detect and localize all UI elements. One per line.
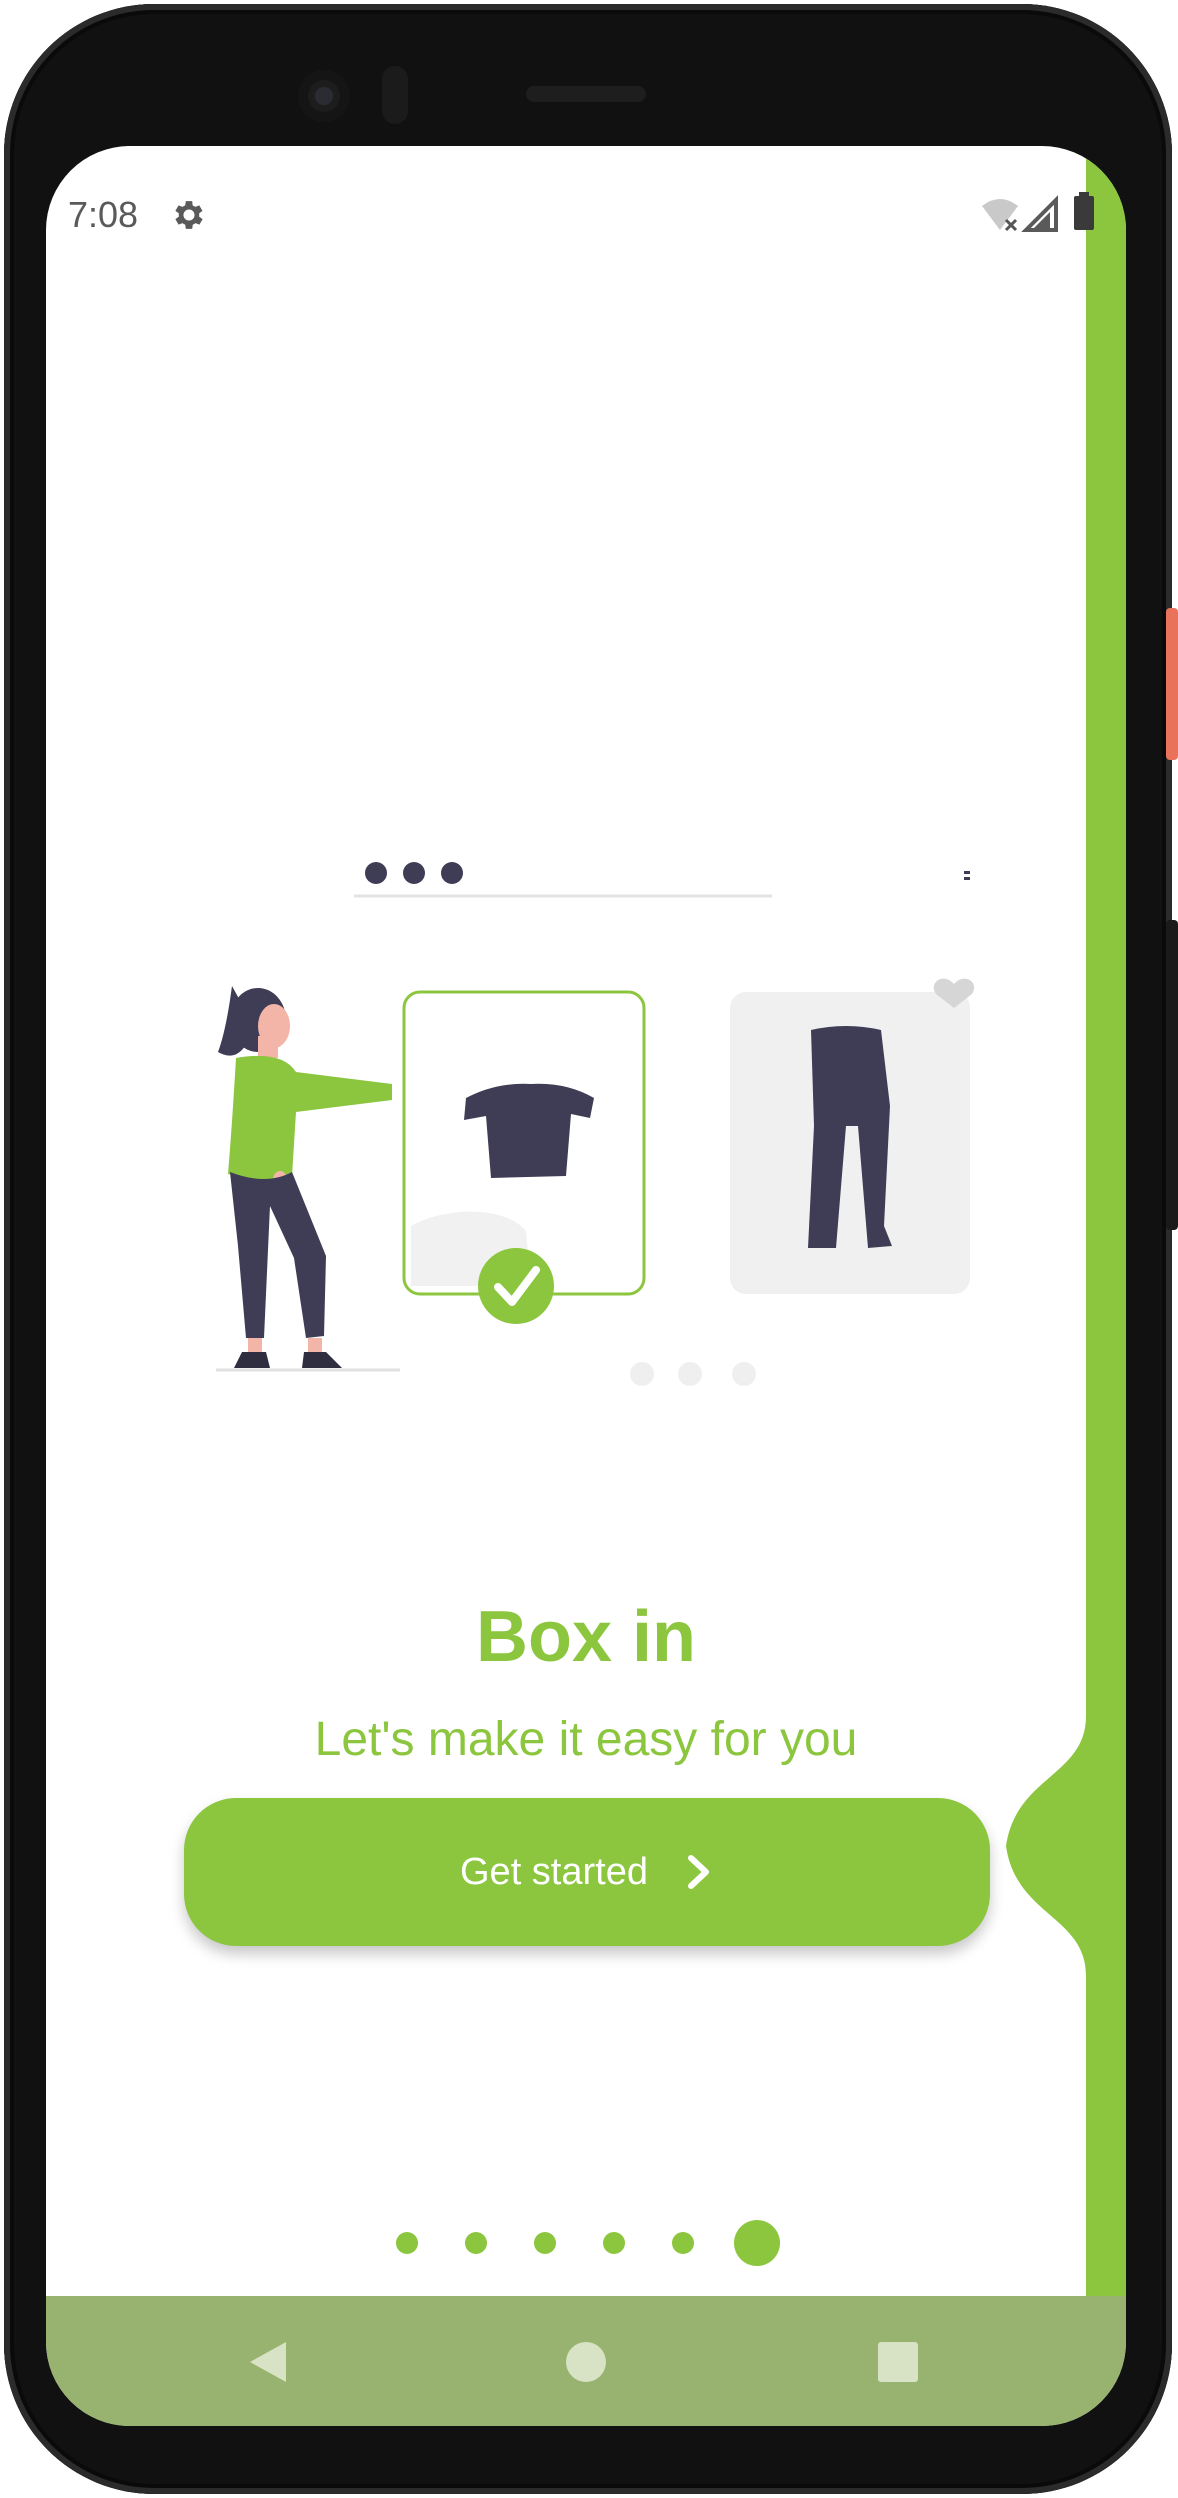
- home-icon[interactable]: [564, 2340, 608, 2384]
- onboarding-title: Box in: [475, 1597, 696, 1677]
- onboarding-illustration: [216, 862, 975, 1386]
- get-started-label: Get started: [460, 1850, 648, 1893]
- check-badge: [478, 1248, 554, 1324]
- recents-icon[interactable]: [876, 2340, 920, 2384]
- page-dot[interactable]: [603, 2232, 625, 2254]
- woman-figure: [216, 986, 400, 1372]
- page-dot[interactable]: [534, 2232, 556, 2254]
- browser-dot: [441, 862, 463, 884]
- volume-button: [1166, 920, 1178, 1230]
- status-icons: [982, 192, 1094, 232]
- battery-icon: [1074, 192, 1094, 230]
- status-time: 7:08: [68, 194, 139, 235]
- page-dot[interactable]: [672, 2232, 694, 2254]
- back-icon[interactable]: [246, 2338, 290, 2386]
- earpiece-speaker: [526, 86, 646, 102]
- page-dot-active[interactable]: [734, 2220, 780, 2266]
- onboarding-subtitle: Let's make it easy for you: [314, 1713, 858, 1766]
- page-dot[interactable]: [396, 2232, 418, 2254]
- proximity-sensor: [382, 66, 408, 124]
- power-button: [1166, 608, 1178, 760]
- browser-dot: [365, 862, 387, 884]
- page-dot[interactable]: [465, 2232, 487, 2254]
- gear-icon: [175, 201, 203, 229]
- browser-dot: [403, 862, 425, 884]
- screen: 7:08 Box in Let's make it easy for you G…: [46, 146, 1126, 2426]
- phone-device: 7:08 Box in Let's make it easy for you G…: [0, 0, 1178, 2498]
- chevron-right-icon: [687, 1855, 709, 1889]
- front-camera: [298, 70, 350, 122]
- system-nav-bar: [46, 2296, 1126, 2426]
- wifi-off-icon: [982, 199, 1018, 232]
- get-started-button[interactable]: Get started: [184, 1798, 990, 1946]
- page-indicator: [46, 2212, 1126, 2272]
- status-bar: 7:08: [46, 146, 1094, 235]
